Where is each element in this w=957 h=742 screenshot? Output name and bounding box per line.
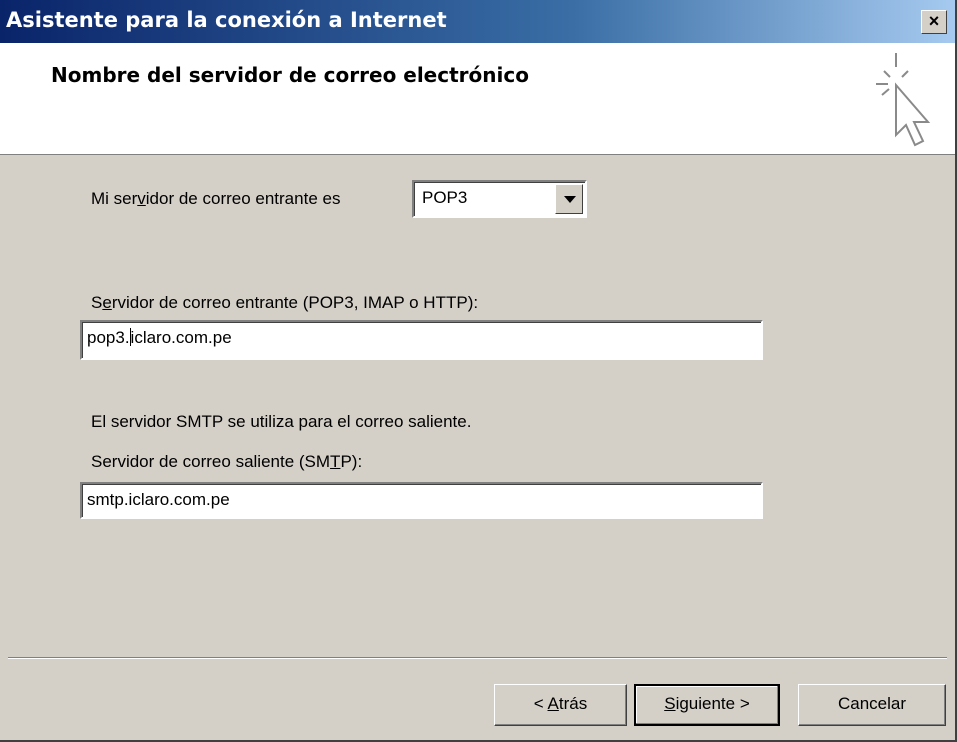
wizard-window: Asistente para la conexión a Internet × … xyxy=(0,0,957,742)
title-bar[interactable]: Asistente para la conexión a Internet × xyxy=(0,0,955,43)
cancel-button[interactable]: Cancelar xyxy=(798,684,946,726)
smtp-note: El servidor SMTP se utiliza para el corr… xyxy=(91,412,472,431)
outgoing-server-input[interactable]: smtp.iclaro.com.pe xyxy=(80,482,763,519)
page-title: Nombre del servidor de correo electrónic… xyxy=(51,63,529,87)
close-button[interactable]: × xyxy=(921,10,947,34)
selected-value: POP3 xyxy=(422,188,468,207)
back-button[interactable]: < Atrás xyxy=(494,684,627,726)
footer-separator xyxy=(8,657,947,659)
outgoing-server-label: Servidor de correo saliente (SMTP): xyxy=(91,452,363,471)
incoming-server-label: Servidor de correo entrante (POP3, IMAP … xyxy=(91,293,479,312)
chevron-down-icon xyxy=(564,196,576,203)
sparkle-cursor-icon xyxy=(876,53,931,147)
wizard-header: Nombre del servidor de correo electrónic… xyxy=(0,43,955,155)
incoming-server-input[interactable]: pop3.iclaro.com.pe xyxy=(80,320,763,360)
dropdown-button[interactable] xyxy=(555,184,583,214)
incoming-type-label: Mi servidor de correo entrante es xyxy=(91,189,341,208)
next-button[interactable]: Siguiente > xyxy=(634,684,780,726)
incoming-server-type-select[interactable]: POP3 xyxy=(412,180,587,218)
window-title: Asistente para la conexión a Internet xyxy=(6,8,447,32)
